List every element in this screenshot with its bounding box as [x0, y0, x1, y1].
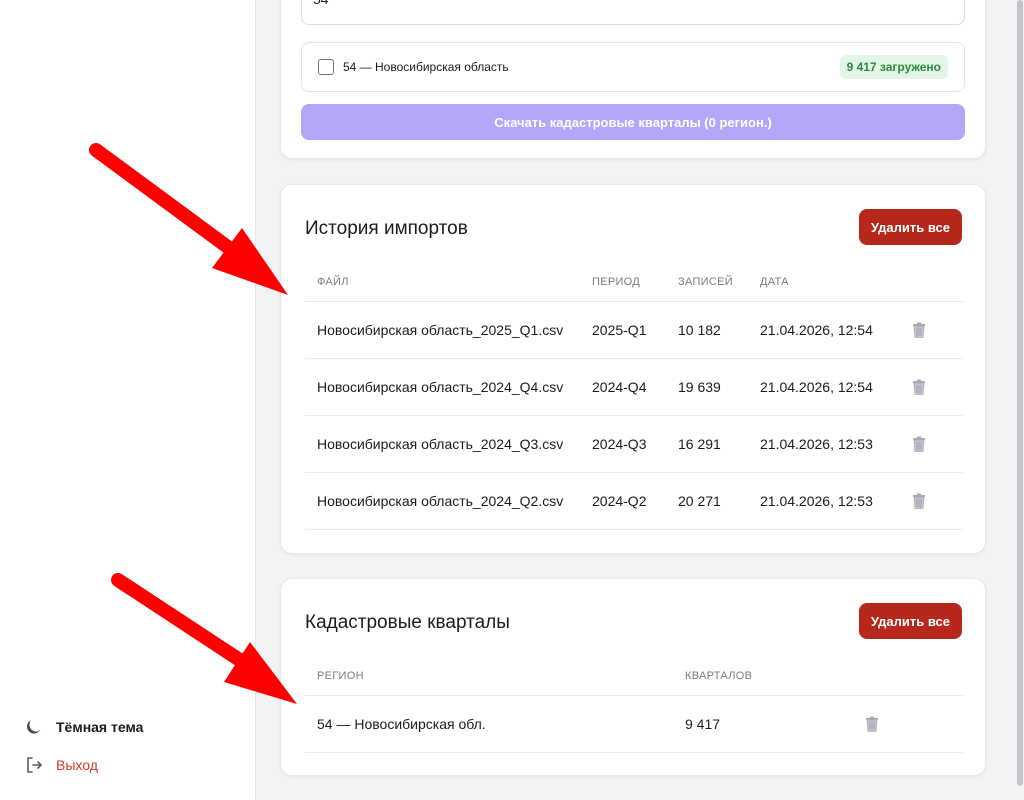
- theme-toggle[interactable]: Тёмная тема: [24, 717, 143, 737]
- delete-all-quarters-button[interactable]: Удалить все: [858, 603, 962, 639]
- delete-all-imports-button[interactable]: Удалить все: [858, 209, 962, 245]
- column-header-region: РЕГИОН: [317, 670, 364, 682]
- import-history-title: История импортов: [305, 218, 468, 239]
- cell-period: 2024-Q3: [592, 436, 647, 452]
- region-checkbox[interactable]: [318, 59, 334, 75]
- cell-date: 21.04.2026, 12:53: [760, 436, 873, 452]
- column-header-quarters: КВАРТАЛОВ: [685, 670, 753, 682]
- delete-row-button[interactable]: [910, 435, 963, 453]
- main-content: 54 54 — Новосибирская область 9 417 загр…: [256, 0, 1016, 800]
- delete-row-button[interactable]: [910, 492, 963, 510]
- cell-period: 2024-Q2: [592, 493, 647, 509]
- import-history-table: ФАЙЛ ПЕРИОД ЗАПИСЕЙ ДАТА Новосибирская о…: [305, 263, 963, 530]
- cell-date: 21.04.2026, 12:53: [760, 493, 873, 509]
- import-history-card: История импортов Удалить все ФАЙЛ ПЕРИОД…: [280, 184, 986, 554]
- loaded-count-badge: 9 417 загружено: [839, 55, 948, 79]
- table-row: Новосибирская область_2025_Q1.csv 2025-Q1…: [305, 302, 963, 359]
- scrollbar-thumb[interactable]: [1017, 0, 1023, 786]
- logout-icon: [27, 757, 42, 773]
- logout-button[interactable]: Выход: [24, 755, 98, 775]
- table-header: РЕГИОН КВАРТАЛОВ: [305, 657, 963, 696]
- cadastral-quarters-card: Кадастровые кварталы Удалить все РЕГИОН …: [280, 578, 986, 776]
- column-header-records: ЗАПИСЕЙ: [678, 276, 733, 288]
- column-header-date: ДАТА: [760, 276, 789, 288]
- cadastral-quarters-title: Кадастровые кварталы: [305, 612, 510, 633]
- trash-icon[interactable]: [910, 378, 928, 396]
- table-row: Новосибирская область_2024_Q4.csv 2024-Q4…: [305, 359, 963, 416]
- region-option-label: 54 — Новосибирская область: [343, 60, 509, 74]
- cell-period: 2024-Q4: [592, 379, 647, 395]
- cell-region: 54 — Новосибирская обл.: [317, 716, 486, 732]
- logout-label: Выход: [56, 757, 98, 773]
- region-selector-card: 54 54 — Новосибирская область 9 417 загр…: [280, 0, 986, 159]
- cell-period: 2025-Q1: [592, 322, 647, 338]
- download-cadastral-button[interactable]: Скачать кадастровые кварталы (0 регион.): [301, 104, 965, 140]
- cell-date: 21.04.2026, 12:54: [760, 379, 873, 395]
- sidebar: Тёмная тема Выход: [0, 0, 256, 800]
- delete-row-button[interactable]: [910, 321, 963, 339]
- region-code-value: 54: [313, 0, 329, 17]
- table-row: Новосибирская область_2024_Q3.csv 2024-Q3…: [305, 416, 963, 473]
- cell-file: Новосибирская область_2025_Q1.csv: [317, 322, 564, 338]
- cell-records: 19 639: [678, 379, 721, 395]
- column-header-file: ФАЙЛ: [317, 276, 349, 288]
- trash-icon[interactable]: [910, 321, 928, 339]
- trash-icon[interactable]: [910, 435, 928, 453]
- table-row: Новосибирская область_2024_Q2.csv 2024-Q2…: [305, 473, 963, 530]
- trash-icon[interactable]: [910, 492, 928, 510]
- cadastral-quarters-table: РЕГИОН КВАРТАЛОВ 54 — Новосибирская обл.…: [305, 657, 963, 753]
- cell-file: Новосибирская область_2024_Q3.csv: [317, 436, 564, 452]
- region-option-row[interactable]: 54 — Новосибирская область 9 417 загруже…: [301, 42, 965, 92]
- trash-icon[interactable]: [863, 715, 881, 733]
- delete-row-button[interactable]: [863, 715, 963, 733]
- cell-records: 10 182: [678, 322, 721, 338]
- cell-file: Новосибирская область_2024_Q4.csv: [317, 379, 564, 395]
- table-row: 54 — Новосибирская обл. 9 417: [305, 696, 963, 753]
- moon-icon: [26, 720, 41, 734]
- page-scrollbar[interactable]: [1016, 0, 1024, 800]
- region-code-input[interactable]: 54: [301, 0, 965, 25]
- delete-row-button[interactable]: [910, 378, 963, 396]
- cell-records: 16 291: [678, 436, 721, 452]
- theme-toggle-label: Тёмная тема: [56, 719, 144, 735]
- cell-records: 20 271: [678, 493, 721, 509]
- cell-quarters: 9 417: [685, 716, 721, 732]
- cell-date: 21.04.2026, 12:54: [760, 322, 873, 338]
- column-header-period: ПЕРИОД: [592, 276, 641, 288]
- table-header: ФАЙЛ ПЕРИОД ЗАПИСЕЙ ДАТА: [305, 263, 963, 302]
- cell-file: Новосибирская область_2024_Q2.csv: [317, 493, 564, 509]
